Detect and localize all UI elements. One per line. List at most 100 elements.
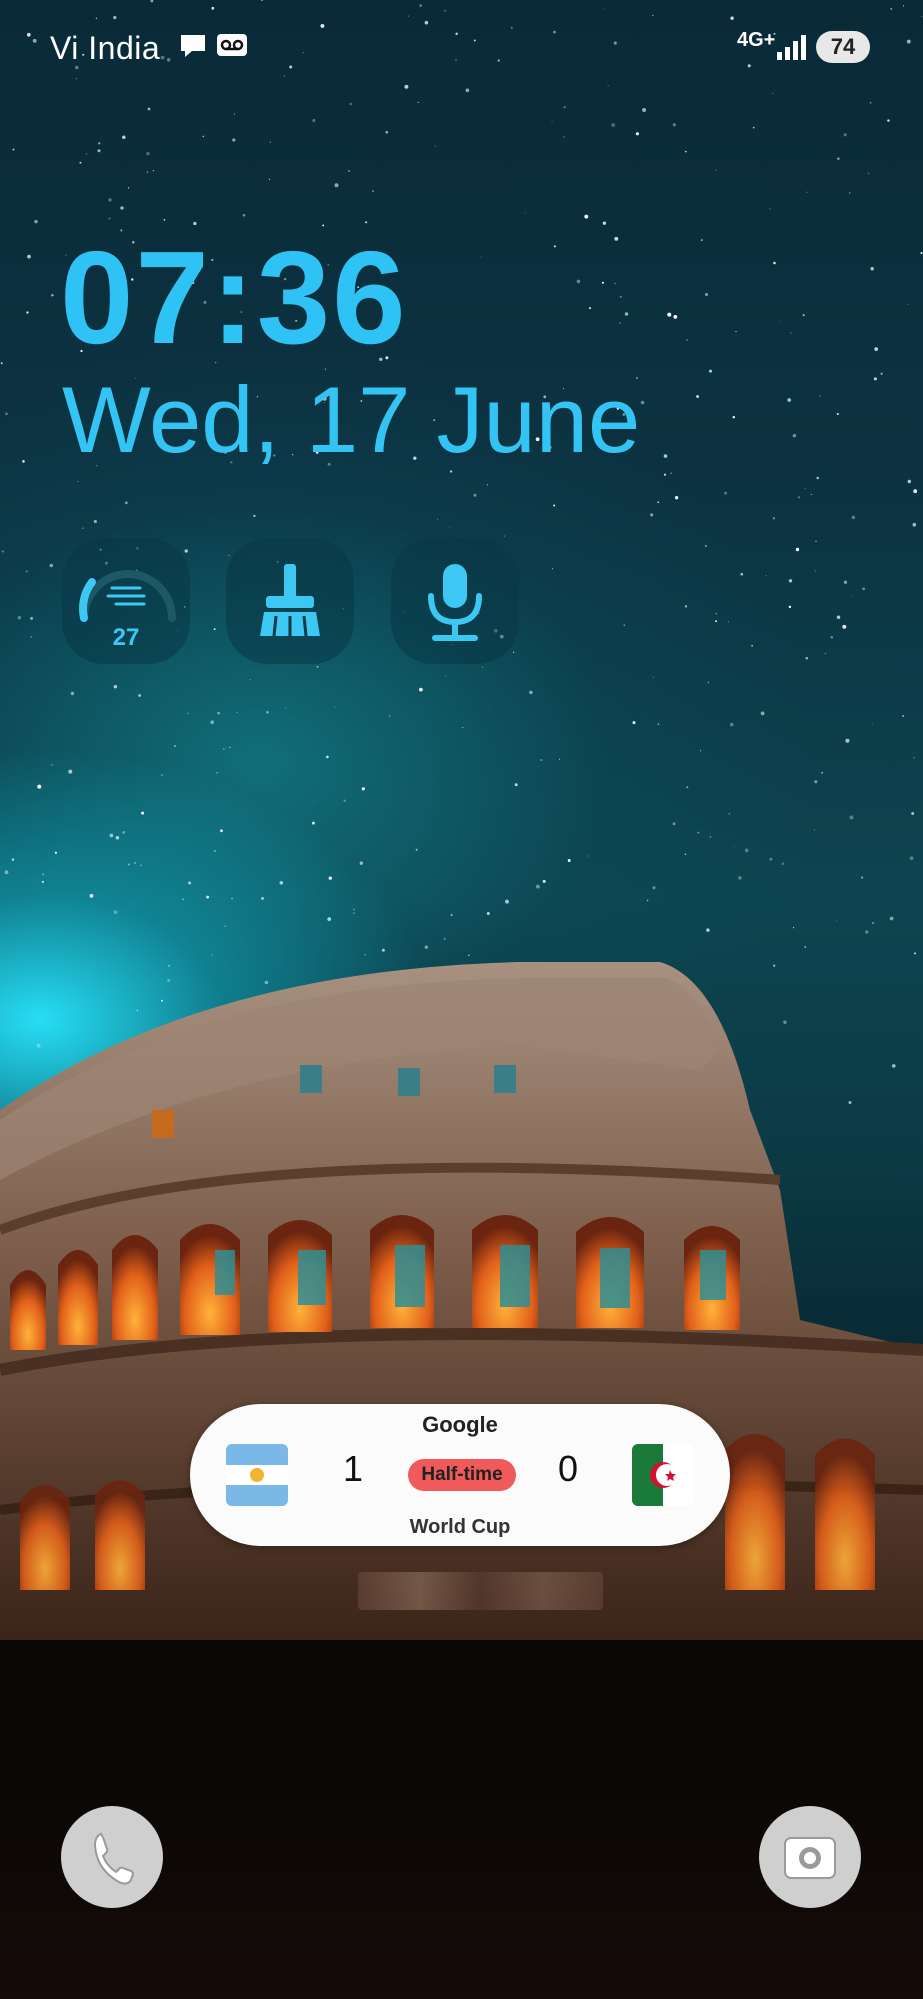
star xyxy=(907,303,909,305)
star xyxy=(30,636,32,638)
star xyxy=(902,715,904,717)
chat-bubble-icon xyxy=(181,35,205,57)
star xyxy=(327,917,332,921)
star xyxy=(697,831,700,834)
star xyxy=(913,757,915,759)
star xyxy=(113,910,118,915)
star xyxy=(551,120,553,122)
star xyxy=(793,927,795,929)
star xyxy=(586,855,589,857)
blurred-notification xyxy=(358,1572,603,1610)
star xyxy=(93,519,97,524)
star xyxy=(734,845,736,847)
star xyxy=(804,488,806,489)
star xyxy=(542,879,546,883)
star xyxy=(188,881,192,885)
star xyxy=(115,836,120,840)
star xyxy=(535,884,540,889)
voice-widget[interactable] xyxy=(391,538,519,664)
star xyxy=(790,332,792,334)
star xyxy=(553,504,556,507)
star xyxy=(138,694,141,697)
star xyxy=(182,898,184,901)
star xyxy=(589,307,591,310)
star xyxy=(311,821,315,825)
clean-widget[interactable] xyxy=(226,538,354,664)
star xyxy=(674,496,679,500)
away-score: 0 xyxy=(558,1448,579,1489)
star xyxy=(122,135,126,140)
star xyxy=(108,217,111,220)
star xyxy=(231,897,233,900)
star xyxy=(353,908,355,911)
star xyxy=(108,198,112,202)
star xyxy=(867,172,870,175)
weather-widget[interactable]: 27 xyxy=(62,538,190,664)
star xyxy=(524,212,526,214)
star xyxy=(673,315,678,319)
wallpaper-ground xyxy=(0,1600,923,1999)
star xyxy=(220,829,223,833)
star xyxy=(49,563,53,568)
star xyxy=(865,930,869,934)
star xyxy=(328,876,332,880)
star xyxy=(735,330,737,333)
star xyxy=(232,138,236,142)
star xyxy=(584,214,589,219)
star xyxy=(514,783,518,787)
microphone-icon xyxy=(428,564,482,641)
star xyxy=(361,787,365,791)
star xyxy=(715,613,717,615)
star xyxy=(672,822,676,826)
star xyxy=(845,738,850,743)
star xyxy=(700,239,703,242)
star xyxy=(619,295,622,299)
star xyxy=(724,491,728,495)
star xyxy=(670,472,672,474)
star xyxy=(449,526,451,528)
weather-temperature: 27 xyxy=(112,624,140,651)
phone-shortcut-button[interactable] xyxy=(61,1806,163,1908)
star xyxy=(224,925,226,927)
star xyxy=(765,575,767,577)
star xyxy=(640,400,645,405)
star xyxy=(434,145,436,147)
star xyxy=(704,292,709,297)
star xyxy=(559,758,561,760)
google-score-card[interactable]: Google 1 Half-time 0 World Cup xyxy=(190,1404,730,1546)
star xyxy=(920,251,923,255)
star xyxy=(210,720,215,725)
status-bar: Vi India 4G+ 74 xyxy=(0,0,923,96)
star xyxy=(850,595,852,597)
star xyxy=(140,864,142,866)
star xyxy=(740,572,744,576)
battery-level: 74 xyxy=(816,31,870,63)
star xyxy=(348,170,351,172)
star xyxy=(889,916,894,921)
star xyxy=(4,870,9,875)
star xyxy=(152,170,155,172)
network-type-label: 4G+ xyxy=(737,29,776,51)
star xyxy=(657,501,660,504)
star xyxy=(652,676,655,678)
star xyxy=(567,859,571,862)
star xyxy=(444,938,446,940)
star xyxy=(334,706,336,708)
star xyxy=(657,723,660,725)
star xyxy=(738,876,742,880)
star xyxy=(242,213,246,217)
star xyxy=(913,489,918,494)
star xyxy=(385,130,389,134)
star xyxy=(68,769,73,774)
camera-shortcut-button[interactable] xyxy=(759,1806,861,1908)
argentina-flag-icon xyxy=(226,1444,288,1506)
star xyxy=(42,873,44,876)
star xyxy=(684,605,688,608)
star xyxy=(109,833,114,838)
star xyxy=(715,169,717,171)
star xyxy=(849,815,854,820)
star xyxy=(685,338,688,341)
star xyxy=(563,136,565,138)
star xyxy=(752,126,755,129)
star xyxy=(312,119,316,122)
